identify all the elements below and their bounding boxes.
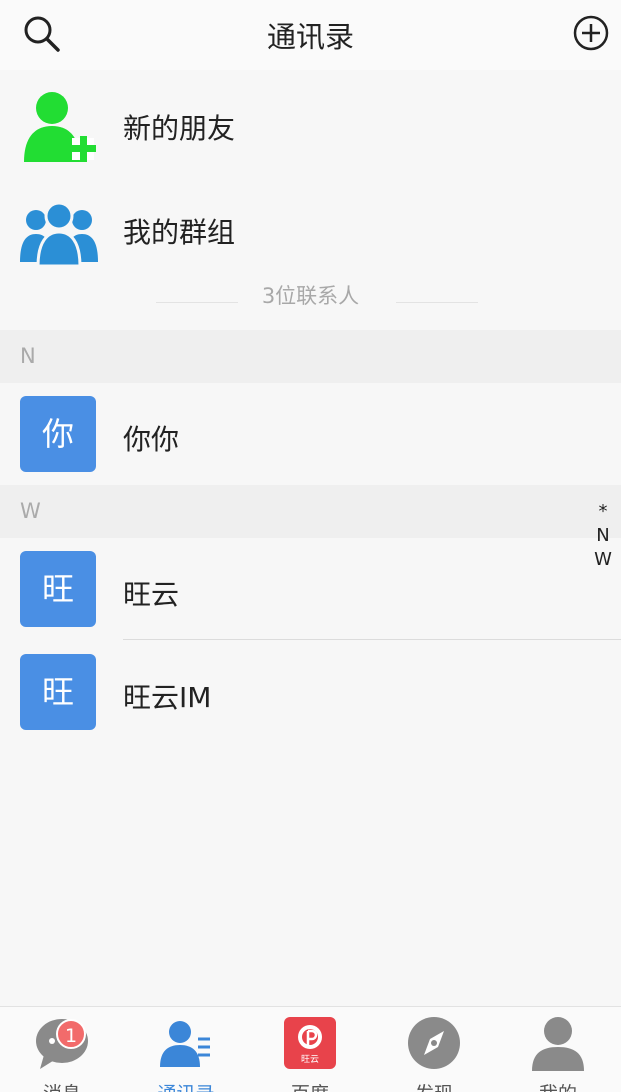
section-header-w: W <box>0 485 621 538</box>
compass-icon <box>408 1017 460 1069</box>
contact-item[interactable]: 你 你你 <box>0 383 621 486</box>
page-title: 通讯录 <box>266 20 354 54</box>
my-groups-label: 我的群组 <box>123 216 236 249</box>
baidu-icon-text: 旺云 <box>301 1054 319 1065</box>
index-letter-n[interactable]: N <box>588 524 618 548</box>
add-friend-icon <box>24 92 96 162</box>
contact-count: 3位联系人 <box>261 284 360 308</box>
index-letter-star[interactable]: * <box>588 500 618 524</box>
avatar: 你 <box>20 396 96 472</box>
alphabet-index-bar[interactable]: * N W <box>588 500 618 572</box>
contact-name: 旺云IM <box>123 681 212 714</box>
tab-baidu[interactable]: 旺云 百度 <box>248 1007 372 1092</box>
tab-label: 发现 <box>372 1079 496 1092</box>
plus-circle-icon[interactable] <box>572 14 610 52</box>
avatar: 旺 <box>20 551 96 627</box>
baidu-app-icon: 旺云 <box>284 1017 336 1069</box>
section-header-n: N <box>0 330 621 383</box>
contact-name: 你你 <box>123 423 180 456</box>
tab-label: 百度 <box>248 1079 372 1092</box>
tab-label: 通讯录 <box>124 1079 248 1092</box>
tab-contacts[interactable]: 通讯录 <box>124 1007 248 1092</box>
index-letter-w[interactable]: W <box>588 548 618 572</box>
unread-badge: 1 <box>56 1019 86 1049</box>
contact-item[interactable]: 旺 旺云 <box>0 538 621 641</box>
bottom-tab-bar: 1 消息 通讯录 旺云 百度 发现 <box>0 1006 621 1092</box>
group-icon <box>20 201 98 268</box>
tab-label: 我的 <box>496 1079 620 1092</box>
tab-me[interactable]: 我的 <box>496 1007 620 1092</box>
contact-item[interactable]: 旺 旺云IM <box>0 641 621 744</box>
new-friends-label: 新的朋友 <box>123 112 236 145</box>
new-friends-entry[interactable]: 新的朋友 <box>0 72 621 176</box>
person-icon <box>532 1017 584 1071</box>
tab-label: 消息 <box>0 1079 124 1092</box>
my-groups-entry[interactable]: 我的群组 <box>0 176 621 280</box>
tab-discover[interactable]: 发现 <box>372 1007 496 1092</box>
header-bar: 通讯录 <box>0 0 621 70</box>
divider <box>396 302 478 303</box>
contact-name: 旺云 <box>123 578 180 611</box>
avatar: 旺 <box>20 654 96 730</box>
contacts-icon <box>160 1021 210 1067</box>
divider <box>123 639 621 640</box>
tab-messages[interactable]: 1 消息 <box>0 1007 124 1092</box>
